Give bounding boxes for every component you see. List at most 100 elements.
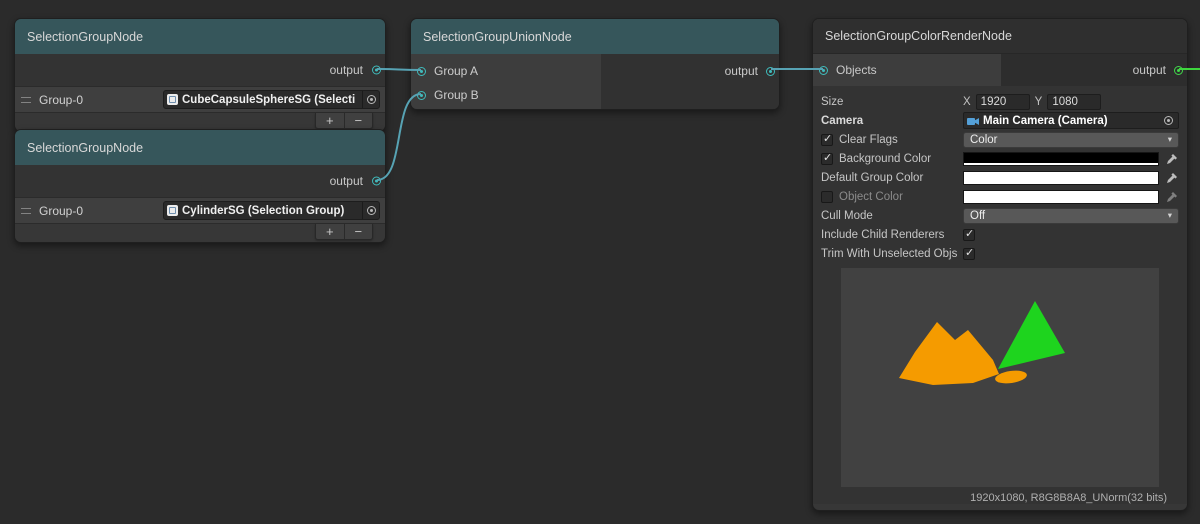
- clear-flags-checkbox[interactable]: ✓: [821, 134, 833, 146]
- node-selection-group-1[interactable]: SelectionGroupNode output Group-0 CubeCa…: [14, 18, 386, 132]
- field-size: Size X Y: [821, 92, 1179, 111]
- label-text: Clear Flags: [839, 134, 898, 146]
- camera-value: Main Camera (Camera): [983, 115, 1108, 127]
- include-child-renderers-controls: ✓: [963, 229, 1179, 241]
- node-title-bar[interactable]: SelectionGroupNode: [15, 19, 385, 54]
- input-row-group-a: Group A: [411, 59, 601, 83]
- input-row-group-b: Group B: [411, 83, 601, 107]
- node-title: SelectionGroupNode: [27, 141, 143, 155]
- picker-ring: [367, 95, 376, 104]
- object-color-controls: [963, 190, 1179, 204]
- drag-handle-icon[interactable]: [21, 208, 31, 214]
- clear-flags-controls: Color ▾: [963, 132, 1179, 148]
- graph-canvas[interactable]: SelectionGroupNode output Group-0 CubeCa…: [0, 0, 1200, 524]
- dropdown-value: Off: [970, 210, 985, 222]
- object-field-value: CubeCapsuleSphereSG (Selecti: [182, 94, 358, 106]
- clear-flags-dropdown[interactable]: Color ▾: [963, 132, 1179, 148]
- group-name-label: Group-0: [39, 93, 155, 107]
- group-row[interactable]: Group-0 CubeCapsuleSphereSG (Selecti: [15, 86, 385, 113]
- y-axis-label: Y: [1035, 96, 1043, 108]
- list-footer: + −: [15, 224, 385, 243]
- eyedropper-glyph: [1166, 191, 1178, 203]
- picker-dot: [370, 98, 373, 101]
- render-preview-image: [841, 268, 1159, 487]
- default-group-color-controls: [963, 171, 1179, 185]
- camera-object-field[interactable]: Main Camera (Camera): [963, 112, 1179, 129]
- selection-group-object-field[interactable]: CubeCapsuleSphereSG (Selecti: [163, 90, 380, 109]
- label-text: Background Color: [839, 153, 931, 165]
- object-color-checkbox[interactable]: ✓: [821, 191, 833, 203]
- object-color-swatch[interactable]: [963, 190, 1159, 204]
- check-icon: ✓: [965, 247, 974, 260]
- add-remove-bar: + −: [315, 113, 373, 129]
- input-port-group-b[interactable]: [417, 91, 426, 100]
- object-picker-icon[interactable]: [362, 202, 379, 219]
- port-dot: [420, 70, 423, 73]
- default-group-color-swatch[interactable]: [963, 171, 1159, 185]
- output-port[interactable]: [372, 66, 381, 75]
- object-picker-icon[interactable]: [1161, 113, 1176, 128]
- node-title-bar[interactable]: SelectionGroupNode: [15, 130, 385, 165]
- add-group-button[interactable]: +: [316, 224, 344, 239]
- cull-mode-dropdown[interactable]: Off ▾: [963, 208, 1179, 224]
- object-field-value: CylinderSG (Selection Group): [182, 205, 358, 217]
- label-text: Include Child Renderers: [821, 229, 944, 241]
- selection-group-object-field[interactable]: CylinderSG (Selection Group): [163, 201, 380, 220]
- input-row-objects: Objects: [813, 54, 1001, 86]
- node-selection-group-2[interactable]: SelectionGroupNode output Group-0 Cylind…: [14, 129, 386, 243]
- preview-triangle-shape: [998, 301, 1065, 369]
- node-title: SelectionGroupNode: [27, 30, 143, 44]
- alpha-bar: [964, 201, 1158, 203]
- node-selection-group-color-render[interactable]: SelectionGroupColorRenderNode Objects ou…: [812, 18, 1188, 511]
- add-remove-bar: + −: [315, 224, 373, 240]
- x-axis-label: X: [963, 96, 971, 108]
- port-dot: [375, 69, 378, 72]
- remove-group-button[interactable]: −: [344, 113, 373, 128]
- drag-handle-icon[interactable]: [21, 97, 31, 103]
- chevron-down-icon: ▾: [1168, 210, 1172, 221]
- output-row: output: [15, 54, 385, 86]
- include-child-renderers-label: Include Child Renderers: [821, 229, 959, 241]
- output-port[interactable]: [372, 177, 381, 186]
- preview-caption: 1920x1080, R8G8B8A8_UNorm(32 bits): [821, 487, 1179, 504]
- picker-dot: [1167, 119, 1170, 122]
- background-color-label: ✓ Background Color: [821, 153, 959, 165]
- background-color-checkbox[interactable]: ✓: [821, 153, 833, 165]
- input-port-label: Group A: [434, 64, 478, 78]
- include-child-renderers-checkbox[interactable]: ✓: [963, 229, 975, 241]
- input-port-group-a[interactable]: [417, 67, 426, 76]
- node-title-bar[interactable]: SelectionGroupColorRenderNode: [813, 19, 1187, 54]
- size-controls: X Y: [963, 94, 1179, 110]
- clear-flags-label: ✓ Clear Flags: [821, 134, 959, 146]
- render-preview: [841, 268, 1159, 487]
- output-port[interactable]: [1174, 66, 1183, 75]
- node-selection-group-union[interactable]: SelectionGroupUnionNode Group A Group B …: [410, 18, 780, 110]
- eyedropper-icon[interactable]: [1164, 190, 1179, 204]
- size-y-input[interactable]: [1047, 94, 1101, 110]
- node-title-bar[interactable]: SelectionGroupUnionNode: [411, 19, 779, 54]
- eyedropper-icon[interactable]: [1164, 152, 1179, 166]
- label-text: Trim With Unselected Objs: [821, 248, 957, 260]
- output-port-column: output: [601, 54, 779, 110]
- background-color-controls: [963, 152, 1179, 166]
- trim-with-unselected-label: Trim With Unselected Objs: [821, 248, 959, 260]
- remove-group-button[interactable]: −: [344, 224, 373, 239]
- trim-with-unselected-checkbox[interactable]: ✓: [963, 248, 975, 260]
- default-group-color-label: Default Group Color: [821, 172, 959, 184]
- size-x-input[interactable]: [976, 94, 1030, 110]
- input-port-objects[interactable]: [819, 66, 828, 75]
- add-group-button[interactable]: +: [316, 113, 344, 128]
- group-row[interactable]: Group-0 CylinderSG (Selection Group): [15, 197, 385, 224]
- picker-ring: [1164, 116, 1173, 125]
- chevron-down-icon: ▾: [1168, 134, 1172, 145]
- alpha-bar: [964, 163, 1158, 165]
- eyedropper-icon[interactable]: [1164, 171, 1179, 185]
- input-port-label: Group B: [434, 88, 479, 102]
- output-port[interactable]: [766, 67, 775, 76]
- picker-ring: [367, 206, 376, 215]
- background-color-swatch[interactable]: [963, 152, 1159, 166]
- input-port-column: Group A Group B: [411, 54, 601, 110]
- eyedropper-glyph: [1166, 172, 1178, 184]
- port-dot: [822, 69, 825, 72]
- object-picker-icon[interactable]: [362, 91, 379, 108]
